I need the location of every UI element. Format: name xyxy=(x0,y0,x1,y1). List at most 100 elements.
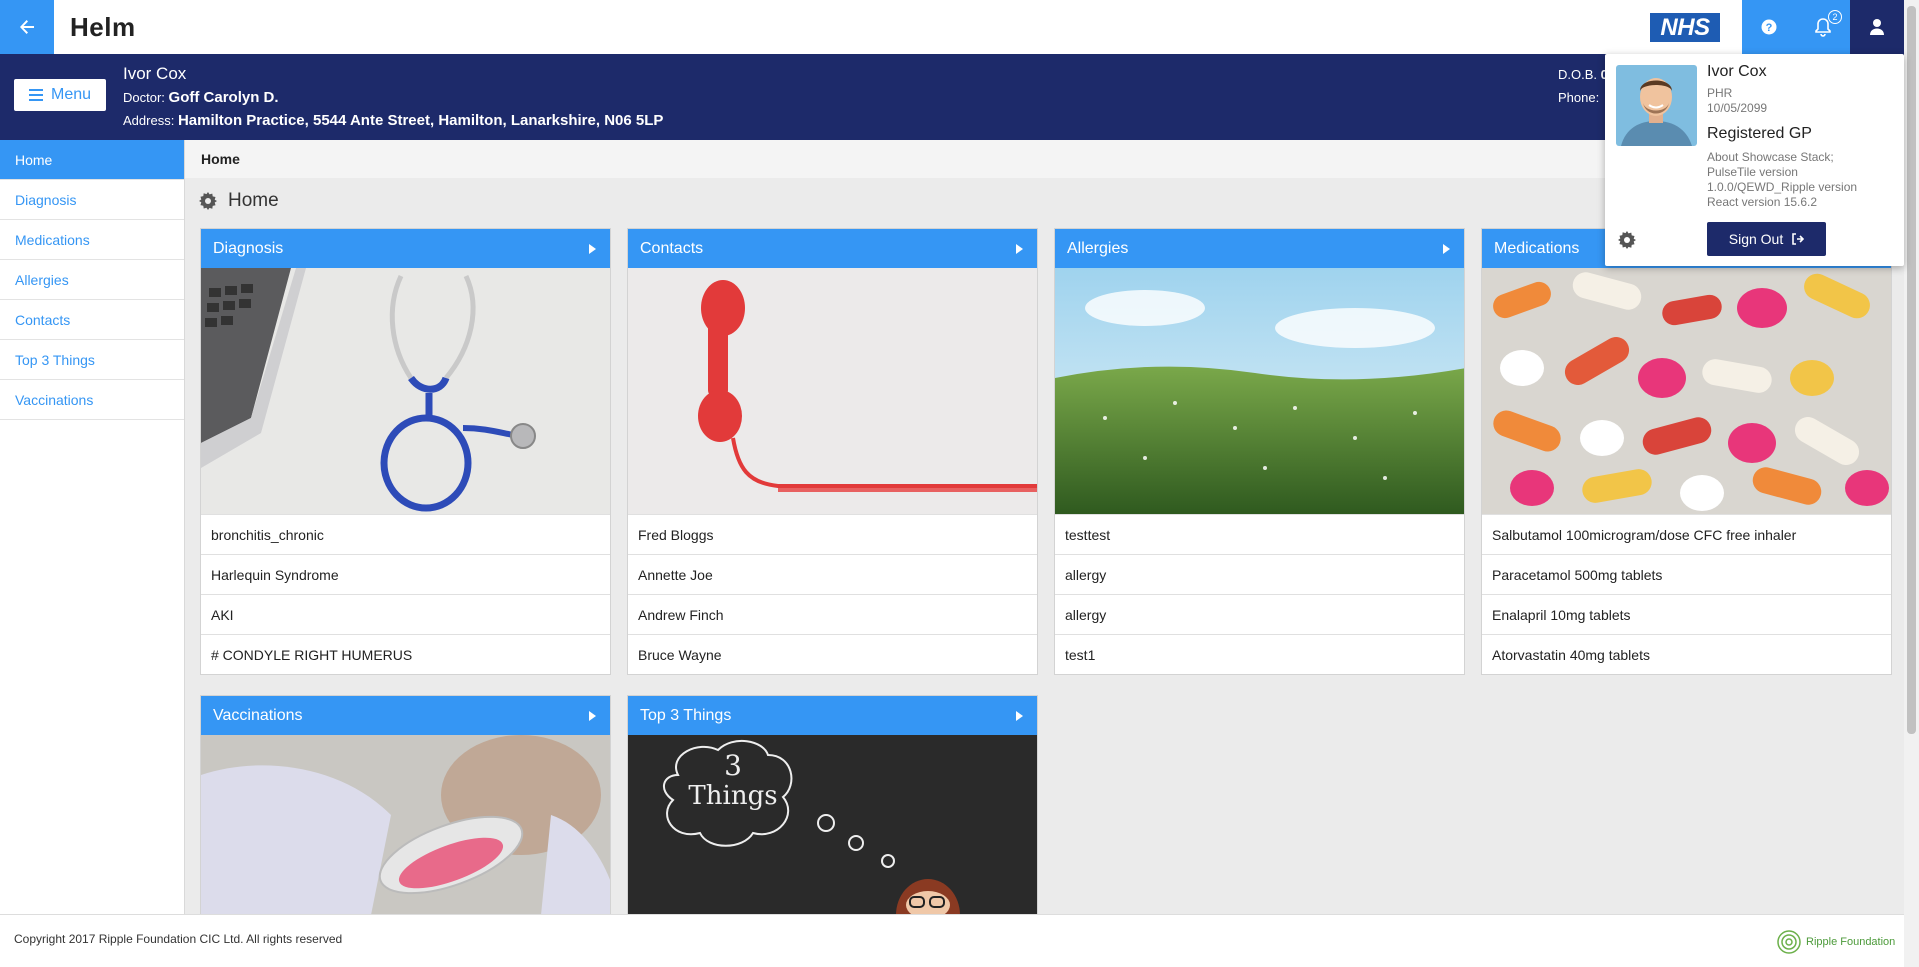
sidebar-item-contacts[interactable]: Contacts xyxy=(0,300,184,340)
list-item[interactable]: Harlequin Syndrome xyxy=(201,554,610,594)
caret-right-icon xyxy=(1443,243,1450,254)
help-button[interactable]: ? xyxy=(1742,0,1796,54)
tile-title: Contacts xyxy=(640,239,704,257)
patient-name: Ivor Cox xyxy=(123,64,187,83)
dob-label: D.O.B. xyxy=(1558,67,1598,82)
nhs-logo: NHS xyxy=(1650,13,1720,42)
scrollbar-thumb[interactable] xyxy=(1907,6,1916,734)
caret-right-icon xyxy=(1016,710,1023,721)
tile-vaccinations: Vaccinations xyxy=(200,695,611,914)
list-item[interactable]: allergy xyxy=(1055,554,1464,594)
top3things-image-text: 3 Things xyxy=(688,751,778,812)
ripple-label: Ripple Foundation xyxy=(1806,936,1896,948)
phone-label: Phone: xyxy=(1558,90,1600,105)
sign-out-label: Sign Out xyxy=(1728,231,1784,247)
avatar xyxy=(1616,65,1697,146)
patient-phone: Phone: xyxy=(1558,90,1599,105)
question-circle-icon: ? xyxy=(1761,19,1777,35)
back-button[interactable] xyxy=(0,0,54,54)
gear-icon xyxy=(1618,231,1636,249)
patient-doctor: Doctor: Goff Carolyn D. xyxy=(123,89,279,106)
list-item[interactable]: allergy xyxy=(1055,594,1464,634)
user-button[interactable] xyxy=(1850,0,1904,54)
address-value: Hamilton Practice, 5544 Ante Street, Ham… xyxy=(177,112,664,129)
arrow-left-icon xyxy=(20,20,34,34)
list-item[interactable]: Enalapril 10mg tablets xyxy=(1482,594,1891,634)
address-label: Address: xyxy=(123,113,175,128)
settings-button[interactable] xyxy=(1617,230,1637,255)
sidebar-item-label: Medications xyxy=(15,231,90,248)
gear-icon xyxy=(199,192,217,210)
page-title: Home xyxy=(228,190,279,211)
sidebar-item-label: Top 3 Things xyxy=(15,351,95,368)
hamburger-icon xyxy=(28,89,43,101)
doctor-label: Doctor: xyxy=(123,90,165,105)
list-item[interactable]: # CONDYLE RIGHT HUMERUS xyxy=(201,634,610,674)
medications-image xyxy=(1482,268,1891,514)
list-item[interactable]: Andrew Finch xyxy=(628,594,1037,634)
image-text-word: Things xyxy=(688,781,778,811)
tile-header[interactable]: Vaccinations xyxy=(201,696,610,735)
menu-button-label: Menu xyxy=(50,86,92,103)
list-item[interactable]: AKI xyxy=(201,594,610,634)
notifications-button[interactable]: 2 xyxy=(1796,0,1850,54)
tile-medications: Medications Salbutamol 100microgram/dose… xyxy=(1481,228,1892,675)
page-scrollbar[interactable] xyxy=(1904,0,1919,967)
list-item[interactable]: testtest xyxy=(1055,514,1464,554)
ripple-logo[interactable]: Ripple Foundation xyxy=(1776,929,1895,955)
popup-user-date: 10/05/2099 xyxy=(1707,101,1768,115)
about-line: React version 15.6.2 xyxy=(1707,195,1818,209)
sidebar-item-label: Diagnosis xyxy=(15,191,77,208)
tile-contacts: Contacts Fred Bloggs Annette Joe Andrew … xyxy=(627,228,1038,675)
popup-user-name: Ivor Cox xyxy=(1707,63,1767,80)
tile-header[interactable]: Allergies xyxy=(1055,229,1464,268)
footer: Copyright 2017 Ripple Foundation CIC Ltd… xyxy=(0,914,1904,967)
page-title-row: Home xyxy=(198,190,279,212)
list-item[interactable]: Atorvastatin 40mg tablets xyxy=(1482,634,1891,674)
about-line: 1.0.0/QEWD_Ripple version xyxy=(1707,180,1858,194)
user-icon xyxy=(1870,19,1884,35)
tile-header[interactable]: Contacts xyxy=(628,229,1037,268)
sidebar-item-allergies[interactable]: Allergies xyxy=(0,260,184,300)
tile-allergies: Allergies testtest allergy allergy test1 xyxy=(1054,228,1465,675)
about-line: PulseTile version xyxy=(1707,165,1798,179)
list-item[interactable]: Annette Joe xyxy=(628,554,1037,594)
list-item[interactable]: test1 xyxy=(1055,634,1464,674)
allergies-image xyxy=(1055,268,1464,514)
list-item[interactable]: bronchitis_chronic xyxy=(201,514,610,554)
tile-top3things: Top 3 Things 3 Things xyxy=(627,695,1038,914)
sidebar-item-label: Contacts xyxy=(15,311,71,328)
sidebar-item-top3things[interactable]: Top 3 Things xyxy=(0,340,184,380)
sidebar-item-label: Allergies xyxy=(15,271,69,288)
sidebar-item-vaccinations[interactable]: Vaccinations xyxy=(0,380,184,420)
list-item[interactable]: Fred Bloggs xyxy=(628,514,1037,554)
sidebar-item-medications[interactable]: Medications xyxy=(0,220,184,260)
doctor-value: Goff Carolyn D. xyxy=(168,89,279,106)
top-bar: Helm NHS ? 2 xyxy=(0,0,1904,54)
tile-title: Allergies xyxy=(1067,239,1129,257)
contacts-image xyxy=(628,268,1037,514)
vaccinations-image xyxy=(201,735,610,914)
popup-registered-gp: Registered GP xyxy=(1707,125,1812,142)
about-line: About Showcase Stack; xyxy=(1707,150,1834,164)
list-item[interactable]: Bruce Wayne xyxy=(628,634,1037,674)
menu-button[interactable]: Menu xyxy=(14,79,106,111)
patient-dob: D.O.B. 0 xyxy=(1558,67,1608,82)
svg-text:?: ? xyxy=(1766,22,1773,34)
sidebar-item-diagnosis[interactable]: Diagnosis xyxy=(0,180,184,220)
sidebar: Home Diagnosis Medications Allergies Con… xyxy=(0,140,185,914)
list-item[interactable]: Salbutamol 100microgram/dose CFC free in… xyxy=(1482,514,1891,554)
sidebar-item-home[interactable]: Home xyxy=(0,140,184,180)
tile-header[interactable]: Top 3 Things xyxy=(628,696,1037,735)
ripple-icon xyxy=(1777,930,1801,954)
caret-right-icon xyxy=(589,243,596,254)
tile-header[interactable]: Diagnosis xyxy=(201,229,610,268)
user-popup: Ivor Cox PHR 10/05/2099 Registered GP Ab… xyxy=(1605,54,1904,266)
patient-address: Address: Hamilton Practice, 5544 Ante St… xyxy=(123,112,663,129)
breadcrumb-home[interactable]: Home xyxy=(201,151,240,167)
top3things-image: 3 Things xyxy=(628,735,1037,914)
app-logo[interactable]: Helm xyxy=(70,12,136,43)
list-item[interactable]: Paracetamol 500mg tablets xyxy=(1482,554,1891,594)
tile-title: Medications xyxy=(1494,239,1580,257)
sign-out-button[interactable]: Sign Out xyxy=(1707,222,1826,256)
